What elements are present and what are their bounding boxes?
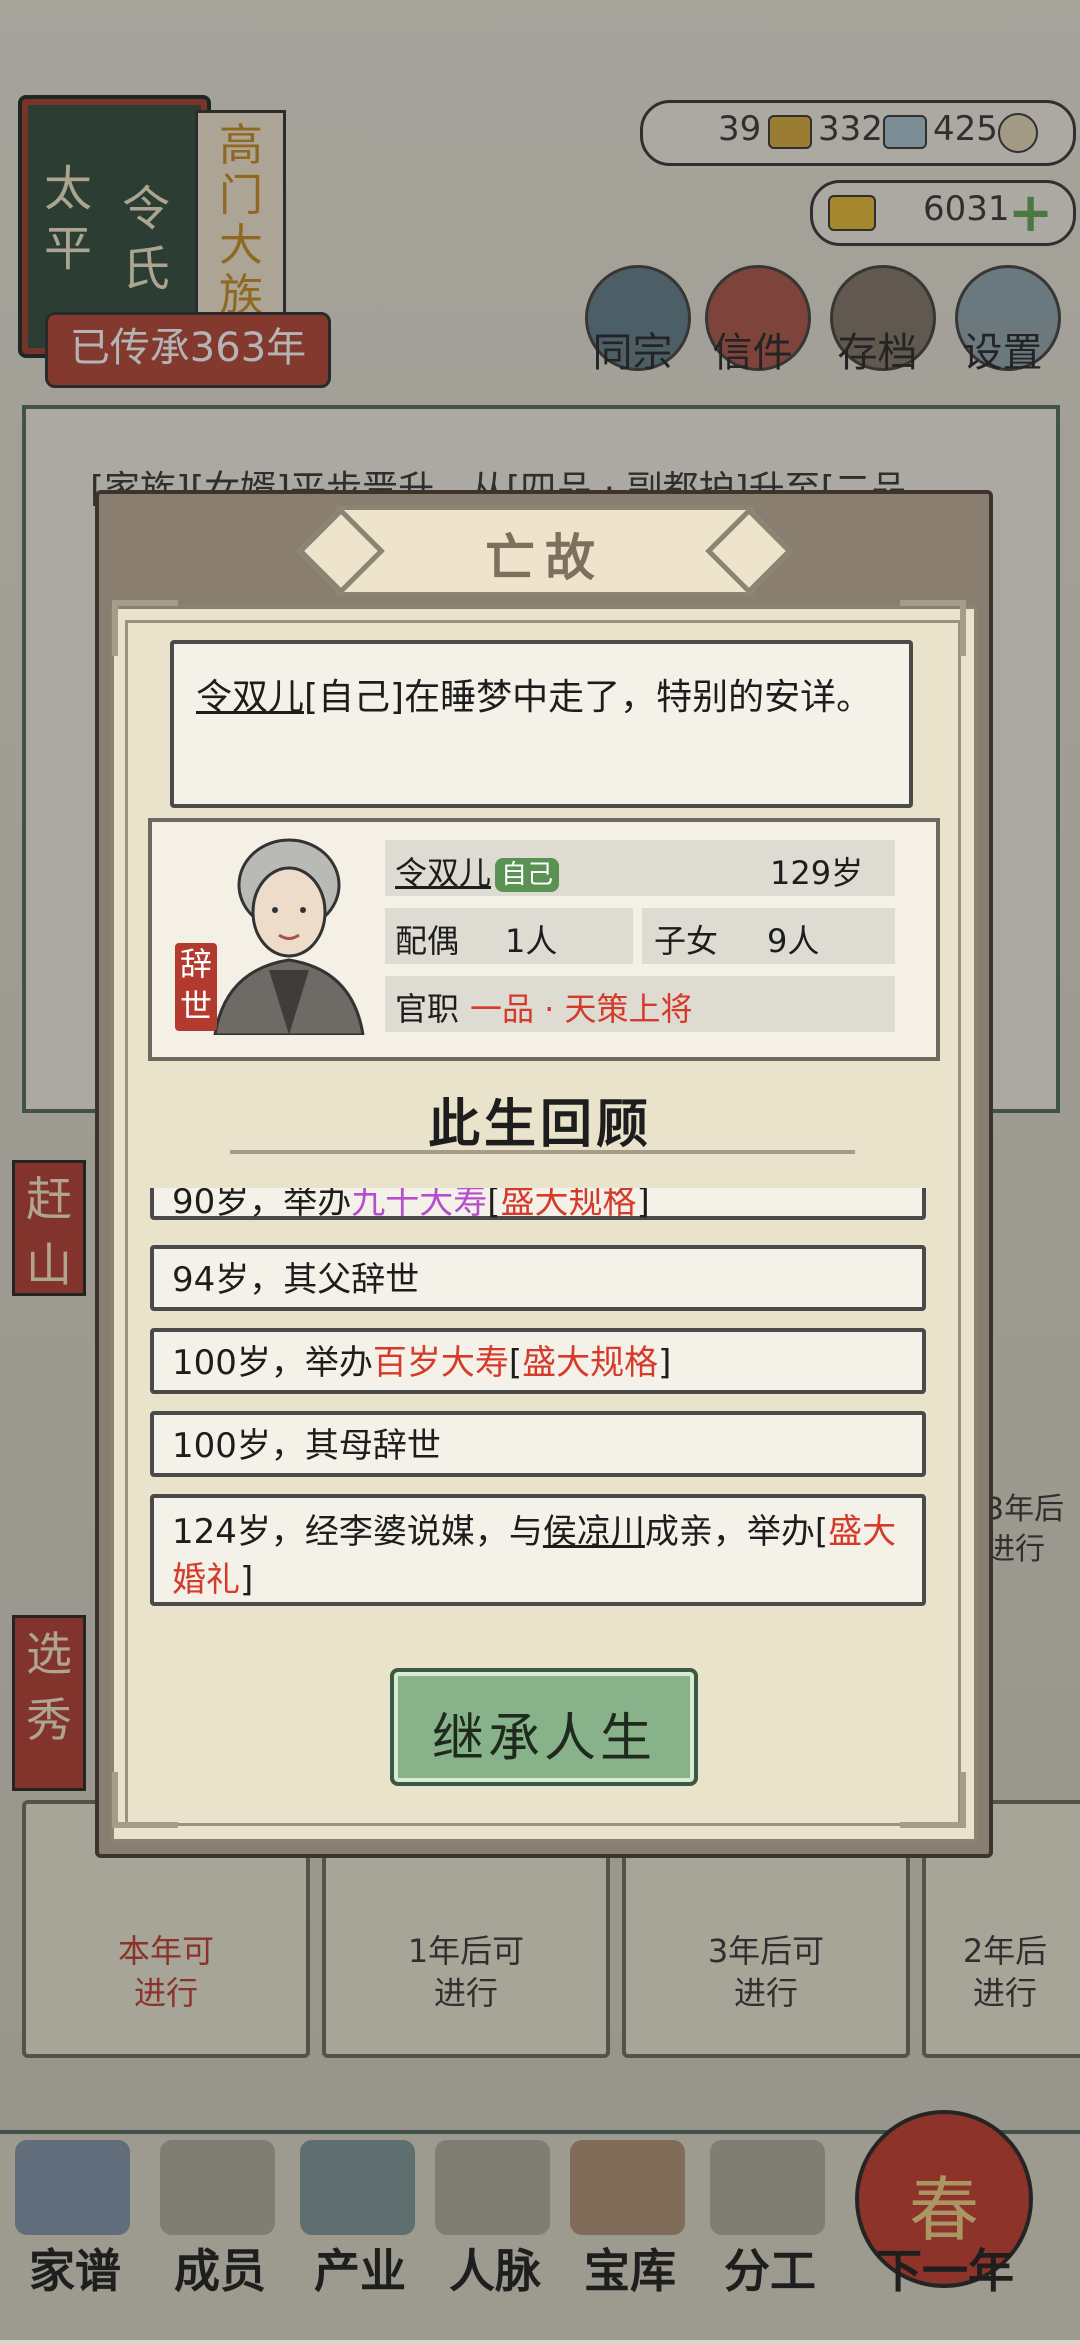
review-text: 94岁，其父辞世 [172, 1260, 420, 1300]
review-text: 100岁，举办 [172, 1343, 373, 1383]
spouse-label: 配偶 [395, 922, 460, 960]
review-item: 100岁，举办百岁大寿[盛大规格] [150, 1328, 926, 1394]
inherit-life-button[interactable]: 继承人生 [390, 1668, 698, 1786]
children-label: 子女 [654, 922, 719, 960]
post-value: 一品 · 天策上将 [470, 990, 693, 1028]
review-text: [ [508, 1343, 523, 1383]
corner-ornament [112, 600, 178, 656]
death-message-box: 令双儿[自己]在睡梦中走了，特别的安详。 [170, 640, 913, 808]
profile-name-row: 令双儿 自己 129岁 [385, 840, 895, 896]
review-text: 成亲，举办[ [644, 1512, 829, 1552]
deceased-stamp: 辞世 [175, 943, 217, 1031]
profile-age: 129岁 [770, 854, 864, 892]
review-item: 90岁，举办九十大寿[盛大规格] [150, 1188, 926, 1222]
spouse-value: 1人 [505, 922, 558, 960]
review-highlight: 九十大寿 [351, 1188, 488, 1222]
profile-children-row: 子女 9人 [642, 908, 895, 964]
profile-name[interactable]: 令双儿 [395, 854, 491, 892]
life-review-list[interactable]: 90岁，举办九十大寿[盛大规格] 94岁，其父辞世 100岁，举办百岁大寿[盛大… [148, 1188, 932, 1618]
dialog-title-plate: 亡故 [297, 505, 793, 597]
inherit-life-label: 继承人生 [431, 1709, 656, 1769]
review-divider [230, 1150, 855, 1160]
review-text: ] [658, 1343, 672, 1383]
review-text: 90岁，举办 [172, 1188, 352, 1222]
profile-name-group: 令双儿 自己 [395, 848, 560, 894]
review-text: ] [636, 1188, 650, 1222]
review-text: ] [240, 1560, 254, 1600]
self-badge: 自己 [495, 858, 560, 892]
review-item: 100岁，其母辞世 [150, 1411, 926, 1477]
post-label: 官职 [395, 990, 460, 1028]
dialog-title: 亡故 [485, 529, 605, 587]
review-text: 124岁，经李婆说媒，与 [172, 1512, 543, 1552]
review-text: 100岁，其母辞世 [172, 1426, 441, 1466]
review-text: [ [487, 1188, 501, 1222]
life-review-title: 此生回顾 [427, 1095, 652, 1155]
corner-ornament [900, 1772, 966, 1828]
review-highlight: 盛大规格 [500, 1188, 637, 1222]
review-highlight: 百岁大寿 [372, 1343, 509, 1383]
review-highlight: 盛大规格 [522, 1343, 659, 1383]
profile-post-row: 官职 一品 · 天策上将 [385, 976, 895, 1032]
review-item: 124岁，经李婆说媒，与侯凉川成亲，举办[盛大婚礼] [150, 1494, 926, 1606]
profile-spouse-row: 配偶 1人 [385, 908, 633, 964]
corner-ornament [112, 1772, 178, 1828]
children-value: 9人 [767, 922, 820, 960]
deceased-name-link[interactable]: 令双儿 [196, 677, 304, 718]
review-person-link[interactable]: 侯凉川 [543, 1512, 645, 1552]
review-item: 94岁，其父辞世 [150, 1245, 926, 1311]
portrait-avatar [213, 838, 365, 1035]
death-message: 令双儿[自己]在睡梦中走了，特别的安详。 [196, 672, 886, 724]
death-message-text: [自己]在睡梦中走了，特别的安详。 [304, 677, 873, 718]
